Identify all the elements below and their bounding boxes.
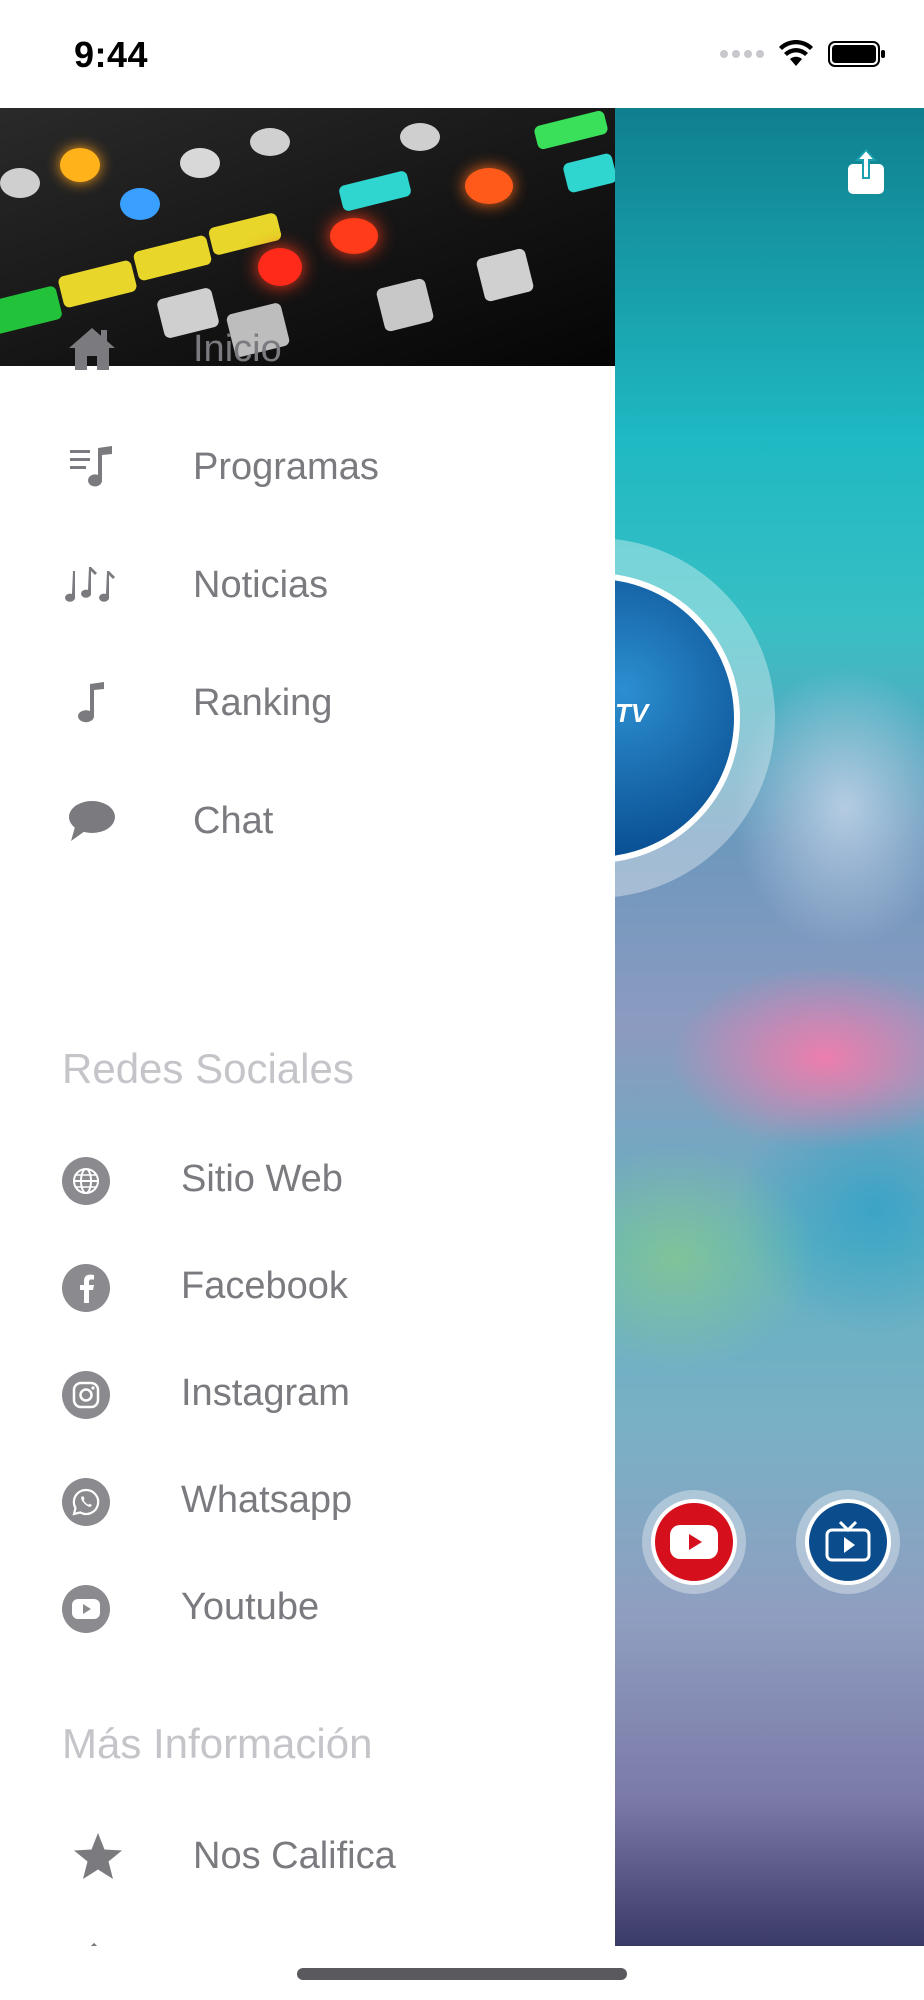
status-bar: 9:44 (0, 0, 924, 108)
home-icon (64, 321, 120, 377)
social-label-instagram: Instagram (181, 1372, 350, 1414)
social-label-youtube: Youtube (181, 1586, 320, 1628)
music-note-icon (64, 675, 120, 731)
station-logo-text: TV (615, 698, 649, 728)
social-item-facebook[interactable]: Facebook (0, 1243, 615, 1333)
partial-next-item-icon (84, 1938, 104, 1946)
cellular-signal-icon (720, 50, 764, 58)
tv-play-icon (825, 1520, 871, 1562)
social-item-sitio-web[interactable]: Sitio Web (0, 1136, 615, 1226)
section-title-mas-informacion: Más Información (62, 1720, 373, 1767)
social-label-sitio-web: Sitio Web (181, 1158, 343, 1200)
facebook-icon (62, 1264, 110, 1312)
social-label-whatsapp: Whatsapp (181, 1479, 353, 1521)
globe-icon (62, 1157, 110, 1205)
menu-label-programas: Programas (193, 445, 379, 488)
share-icon[interactable] (846, 148, 886, 196)
battery-icon (828, 41, 885, 67)
wifi-icon (779, 40, 813, 66)
menu-item-chat[interactable]: Chat (0, 771, 615, 871)
menu-item-inicio[interactable]: Inicio (0, 299, 615, 399)
chat-bubble-icon (64, 793, 120, 849)
main-screen-background: TV (615, 108, 924, 1946)
youtube-icon (62, 1585, 110, 1633)
whatsapp-icon (62, 1478, 110, 1526)
social-item-youtube[interactable]: Youtube (0, 1564, 615, 1654)
menu-item-nos-califica[interactable]: Nos Califica (0, 1806, 615, 1906)
playlist-icon (64, 439, 120, 495)
menu-item-ranking[interactable]: Ranking (0, 653, 615, 753)
navigation-drawer: Inicio Programas Noticias Ranking Chat R… (0, 108, 615, 1946)
menu-item-programas[interactable]: Programas (0, 417, 615, 517)
social-label-facebook: Facebook (181, 1265, 348, 1307)
status-indicators (720, 40, 886, 68)
star-icon (70, 1828, 126, 1884)
menu-label-chat: Chat (193, 799, 274, 842)
home-indicator[interactable] (297, 1968, 627, 1980)
youtube-button[interactable] (642, 1490, 746, 1594)
social-item-instagram[interactable]: Instagram (0, 1350, 615, 1440)
menu-label-nos-califica: Nos Califica (193, 1834, 396, 1877)
menu-label-noticias: Noticias (193, 563, 329, 606)
tv-button[interactable] (796, 1490, 900, 1594)
menu-label-inicio: Inicio (193, 327, 282, 370)
instagram-icon (62, 1371, 110, 1419)
social-item-whatsapp[interactable]: Whatsapp (0, 1457, 615, 1547)
menu-item-noticias[interactable]: Noticias (0, 535, 615, 635)
music-notes-icon (64, 557, 120, 613)
menu-label-ranking: Ranking (193, 681, 333, 724)
youtube-play-icon (670, 1525, 718, 1559)
status-time: 9:44 (74, 34, 149, 75)
section-title-redes-sociales: Redes Sociales (62, 1045, 354, 1092)
